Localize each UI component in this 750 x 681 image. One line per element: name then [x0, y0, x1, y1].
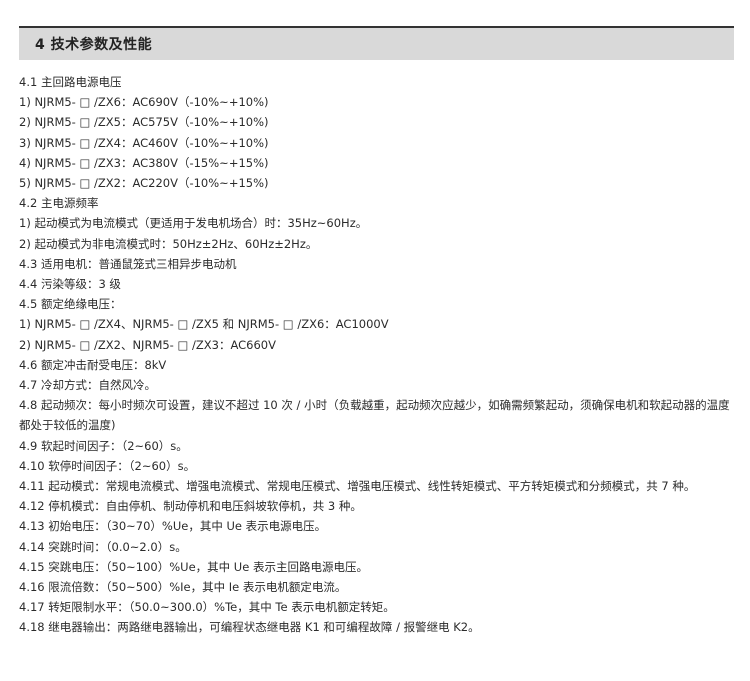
spec-item: 3) NJRM5- □ /ZX4：AC460V（-10%~+10%)	[19, 135, 269, 150]
spec-heading-4-4: 4.4 污染等级：3 级	[19, 277, 121, 292]
spec-item: 5) NJRM5- □ /ZX2：AC220V（-10%~+15%)	[19, 176, 269, 191]
spec-heading-4-15: 4.15 突跳电压：（50~100）%Ue，其中 Ue 表示主回路电源电压。	[19, 559, 368, 574]
spec-heading-4-10: 4.10 软停时间因子：（2~60）s。	[19, 458, 196, 473]
spec-heading-4-9: 4.9 软起时间因子：（2~60）s。	[19, 438, 188, 453]
spec-heading-4-8: 4.8 起动频次：每小时频次可设置，建议不超过 10 次 / 小时（负载越重，起…	[19, 398, 730, 433]
spec-heading-4-17: 4.17 转矩限制水平：（50.0~300.0）%Te，其中 Te 表示电机额定…	[19, 600, 395, 615]
spec-heading-4-6: 4.6 额定冲击耐受电压：8kV	[19, 357, 167, 372]
spec-item: 2) NJRM5- □ /ZX5：AC575V（-10%~+10%)	[19, 115, 269, 130]
spec-heading-4-14: 4.14 突跳时间：（0.0~2.0）s。	[19, 539, 187, 554]
spec-item: 1) NJRM5- □ /ZX6：AC690V（-10%~+10%)	[19, 95, 269, 110]
spec-heading-4-3: 4.3 适用电机：普通鼠笼式三相异步电动机	[19, 256, 237, 271]
spec-heading-4-2: 4.2 主电源频率	[19, 196, 99, 211]
spec-heading-4-13: 4.13 初始电压：（30~70）%Ue，其中 Ue 表示电源电压。	[19, 519, 327, 534]
spec-item: 2) 起动模式为非电流模式时：50Hz±2Hz、60Hz±2Hz。	[19, 236, 318, 251]
spec-heading-4-18: 4.18 继电器输出：两路继电器输出，可编程状态继电器 K1 和可编程故障 / …	[19, 620, 480, 635]
spec-item: 4) NJRM5- □ /ZX3：AC380V（-15%~+15%)	[19, 155, 269, 170]
spec-heading-4-5: 4.5 额定绝缘电压：	[19, 297, 122, 312]
spec-heading-4-12: 4.12 停机模式：自由停机、制动停机和电压斜坡软停机，共 3 种。	[19, 499, 362, 514]
spec-heading-4-1: 4.1 主回路电源电压	[19, 75, 122, 89]
spec-content: 4.1 主回路电源电压 1) NJRM5- □ /ZX6：AC690V（-10%…	[19, 72, 735, 638]
spec-heading-4-16: 4.16 限流倍数：（50~500）%Ie，其中 Ie 表示电机额定电流。	[19, 580, 347, 595]
spec-item: 2) NJRM5- □ /ZX2、NJRM5- □ /ZX3：AC660V	[19, 337, 276, 352]
spec-heading-4-11: 4.11 起动模式：常规电流模式、增强电流模式、常规电压模式、增强电压模式、线性…	[19, 479, 696, 494]
spec-heading-4-7: 4.7 冷却方式：自然风冷。	[19, 378, 156, 393]
section-title: 4 技术参数及性能	[35, 37, 153, 53]
section-header: 4 技术参数及性能	[19, 26, 734, 60]
spec-item: 1) 起动模式为电流模式（更适用于发电机场合）时：35Hz~60Hz。	[19, 216, 368, 231]
spec-item: 1) NJRM5- □ /ZX4、NJRM5- □ /ZX5 和 NJRM5- …	[19, 317, 389, 332]
